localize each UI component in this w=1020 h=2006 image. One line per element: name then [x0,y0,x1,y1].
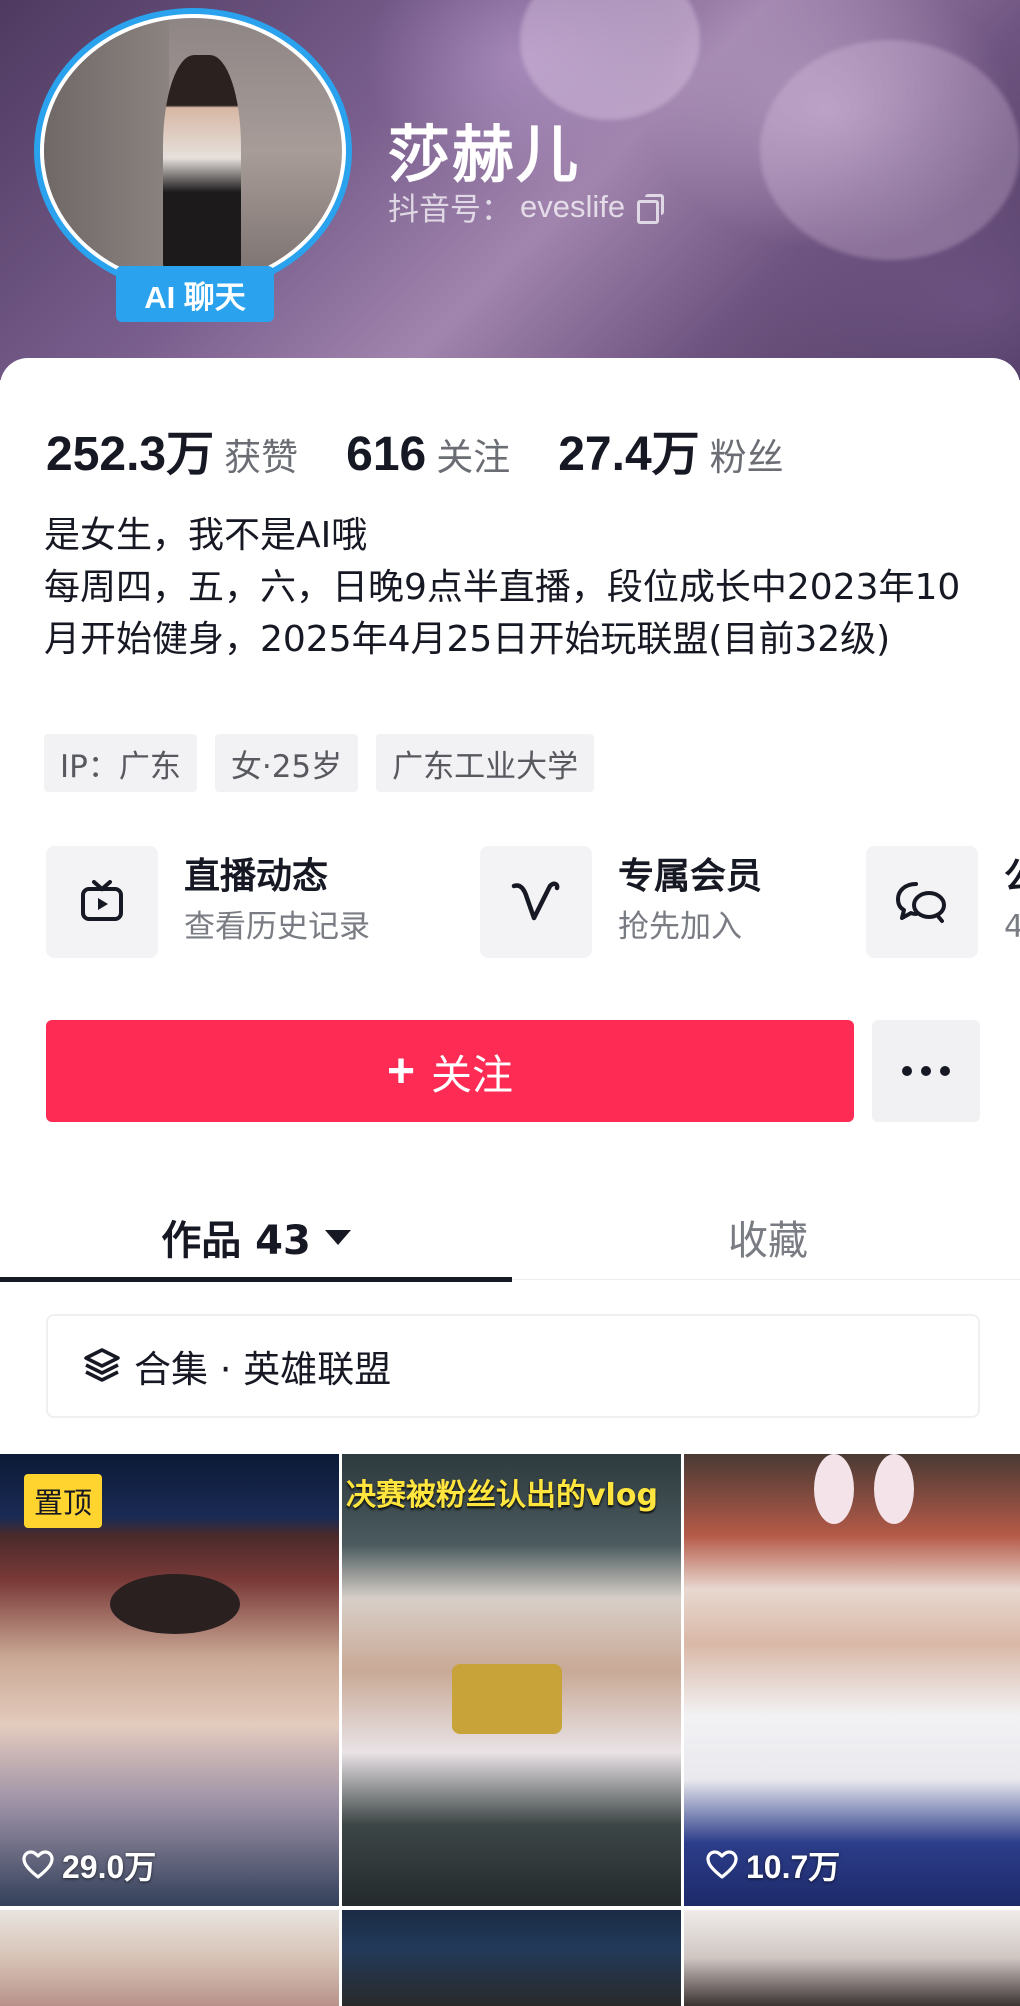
video-thumbnail[interactable] [342,1910,681,2006]
ai-chat-label: AI 聊天 [144,279,246,315]
profile-name: 莎赫儿 [388,118,581,191]
stat-following-value: 616 [346,428,427,481]
douyin-id-label: 抖音号： [388,192,512,227]
more-button[interactable] [872,1020,980,1122]
feature-icon-box [46,846,158,958]
bio: 是女生，我不是AI哦 每周四，五，六，日晚9点半直播，段位成长中2023年10月… [44,510,984,666]
more-dots-icon [940,1066,950,1076]
collection-label: 合集 · 英雄联盟 [134,1348,392,1391]
video-frame [0,1910,339,2006]
avatar-figure [163,55,241,284]
tab-collections[interactable]: 收藏 [512,1194,1020,1280]
feature-subtitle: 抢先加入 [618,909,742,945]
video-likes: 29.0万 [22,1842,156,1888]
feature-subtitle: 查看历史记录 [184,909,370,945]
video-frame-detail [110,1574,240,1634]
caret-down-icon [324,1229,351,1245]
tag-gender-age: 女·25岁 [214,734,359,792]
more-dots-icon [902,1066,912,1076]
heart-icon [706,1850,738,1879]
copy-icon[interactable] [637,193,665,224]
follow-label: 关注 [431,1051,514,1099]
tab-works[interactable]: 作品 43 [0,1194,512,1282]
stat-likes-label: 获赞 [224,436,299,479]
stat-followers-label: 粉丝 [709,436,784,479]
feature-subtitle: 4 [1004,909,1020,945]
stat-following-label: 关注 [436,436,511,479]
video-frame [684,1910,1020,2006]
douyin-id-row: 抖音号： eveslife [388,184,665,229]
banner-art [760,40,1020,260]
profile-tags: IP：广东 女·25岁 广东工业大学 [44,734,595,792]
video-thumbnail[interactable]: 10.7万 [684,1454,1020,1906]
pinned-badge: 置顶 [24,1474,103,1528]
video-frame [684,1454,1020,1906]
video-frame-detail [452,1664,562,1734]
feature-entries: 直播动态 查看历史记录 专属会员 抢先加入 4 [46,846,1020,962]
avatar[interactable] [34,8,352,294]
stat-following[interactable]: 616 关注 [346,427,510,482]
video-thumbnail[interactable]: 决赛被粉丝认出的vlog [342,1454,681,1906]
feature-live-history[interactable]: 直播动态 查看历史记录 [46,846,370,958]
douyin-id-value: eveslife [520,188,626,224]
content-tabs: 作品 43 收藏 [0,1194,1020,1282]
bio-line: 每周四，五，六，日晚9点半直播，段位成长中2023年10月开始健身，2025年4… [44,567,961,660]
feature-icon-box [480,846,592,958]
bio-line: 是女生，我不是AI哦 [44,515,368,556]
plus-icon: + [386,1044,416,1098]
feature-title: 专属会员 [618,856,763,897]
video-frame-detail [814,1454,854,1524]
tab-collections-label: 收藏 [728,1218,808,1264]
video-frame-detail [874,1454,914,1524]
stat-followers[interactable]: 27.4万 粉丝 [558,414,783,484]
tab-works-label: 作品 43 [161,1218,311,1264]
video-likes: 10.7万 [706,1842,840,1888]
tag-school[interactable]: 广东工业大学 [376,734,595,792]
banner-art [520,0,700,120]
ai-chat-button[interactable]: AI 聊天 [116,266,274,322]
feature-title: 公 [1004,854,1020,900]
layers-icon [84,1348,120,1382]
more-dots-icon [921,1066,931,1076]
collection-entry[interactable]: 合集 · 英雄联盟 [46,1314,980,1418]
tv-icon [81,880,123,921]
video-likes-count: 29.0万 [62,1849,157,1885]
video-thumbnail[interactable] [684,1910,1020,2006]
chat-bubbles-icon [896,882,946,923]
heart-icon [22,1850,54,1879]
active-tab-indicator [0,1277,512,1282]
video-thumbnail[interactable]: 置顶 29.0万 [0,1454,339,1906]
stat-likes[interactable]: 252.3万 获赞 [46,414,298,484]
feature-group-chat[interactable]: 公 4 [866,846,1020,958]
stats-row: 252.3万 获赞 616 关注 27.4万 粉丝 [46,414,832,484]
video-frame [342,1910,681,2006]
profile-banner: AI 聊天 莎赫儿 抖音号： eveslife [0,0,1020,380]
video-thumbnail[interactable] [0,1910,339,2006]
stat-likes-value: 252.3万 [46,428,215,481]
avatar-photo [44,18,342,284]
v-member-icon [511,881,560,921]
avatar-background [44,18,170,284]
feature-title: 直播动态 [184,856,329,897]
feature-membership[interactable]: 专属会员 抢先加入 [480,846,762,958]
stat-followers-value: 27.4万 [558,428,700,481]
video-caption: 决赛被粉丝认出的vlog [346,1478,658,1513]
video-likes-count: 10.7万 [746,1849,841,1885]
feature-icon-box [866,846,978,958]
follow-button[interactable]: + 关注 [46,1020,854,1122]
tag-ip: IP：广东 [44,734,197,792]
